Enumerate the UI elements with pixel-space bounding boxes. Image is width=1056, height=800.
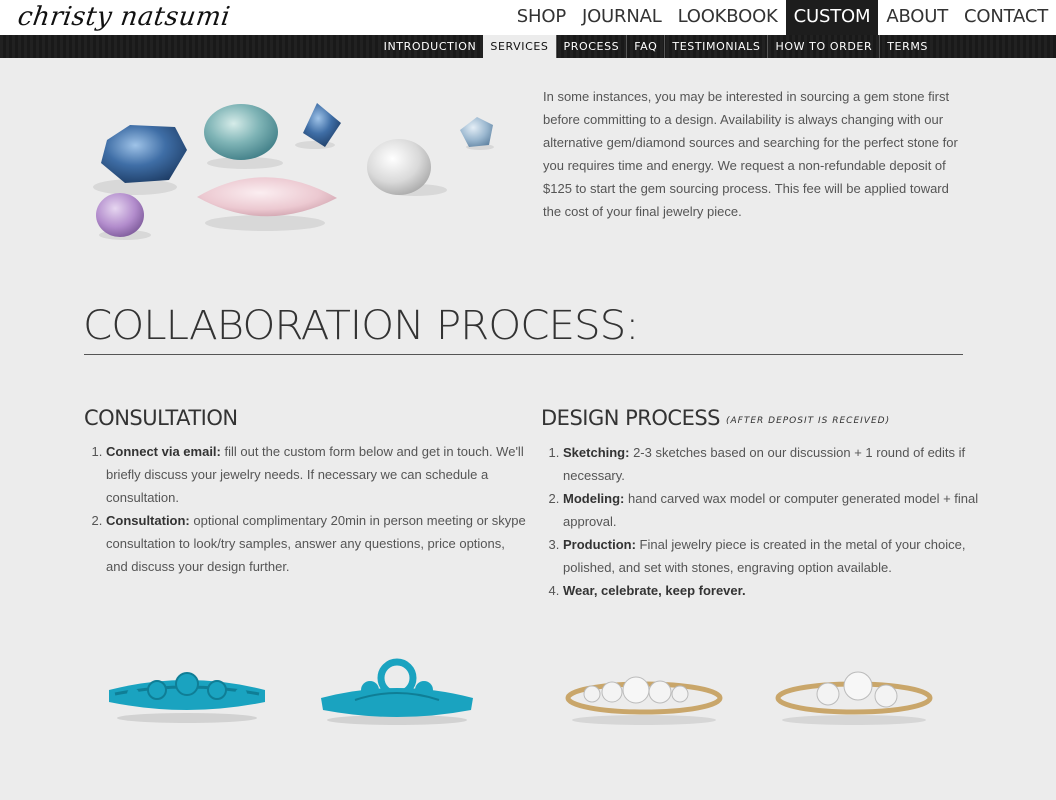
site-header: christy natsumi SHOP JOURNAL LOOKBOOK CU… — [0, 0, 1056, 35]
list-item: Sketching: 2-3 sketches based on our dis… — [563, 441, 988, 487]
consultation-list: Connect via email: fill out the custom f… — [84, 440, 526, 578]
item-label: Production: — [563, 537, 636, 552]
list-item: Consultation: optional complimentary 20m… — [106, 509, 526, 578]
consultation-heading: CONSULTATION — [84, 406, 238, 430]
blue-sapphire-gem — [101, 125, 187, 183]
nav-shop[interactable]: SHOP — [509, 0, 574, 35]
subnav-services[interactable]: SERVICES — [483, 35, 556, 58]
design-process-heading: DESIGN PROCESS (AFTER DEPOSIT IS RECEIVED… — [541, 406, 890, 430]
consultation-heading-text: CONSULTATION — [84, 406, 238, 430]
nav-about[interactable]: ABOUT — [878, 0, 956, 35]
item-label: Sketching: — [563, 445, 630, 460]
wax-ring-model-image-1 — [109, 672, 265, 723]
gold-ring-image-1 — [565, 676, 723, 725]
item-label: Wear, celebrate, keep forever. — [563, 583, 746, 598]
subnav-introduction[interactable]: INTRODUCTION — [377, 35, 484, 58]
subnav-process[interactable]: PROCESS — [555, 35, 627, 58]
item-label: Modeling: — [563, 491, 625, 506]
site-logo[interactable]: christy natsumi — [16, 2, 232, 32]
item-label: Connect via email: — [106, 444, 221, 459]
list-item: Connect via email: fill out the custom f… — [106, 440, 526, 509]
violet-spinel-gem — [96, 193, 144, 237]
main-nav: SHOP JOURNAL LOOKBOOK CUSTOM ABOUT CONTA… — [509, 0, 1056, 35]
subnav-terms[interactable]: TERMS — [879, 35, 935, 58]
section-divider — [84, 354, 963, 355]
item-text: hand carved wax model or computer genera… — [563, 491, 979, 529]
nav-contact[interactable]: CONTACT — [956, 0, 1056, 35]
gemstones-image — [93, 103, 494, 240]
sub-nav: INTRODUCTION SERVICES PROCESS FAQ TESTIM… — [377, 35, 935, 58]
list-item: Wear, celebrate, keep forever. — [563, 579, 988, 602]
nav-journal[interactable]: JOURNAL — [574, 0, 670, 35]
item-label: Consultation: — [106, 513, 190, 528]
pink-marquise-gem — [197, 177, 337, 217]
nav-lookbook[interactable]: LOOKBOOK — [670, 0, 786, 35]
list-item: Production: Final jewelry piece is creat… — [563, 533, 988, 579]
wax-ring-model-image-2 — [321, 658, 473, 725]
blue-trillion-gem — [303, 103, 341, 147]
subnav-how-to-order[interactable]: HOW TO ORDER — [767, 35, 879, 58]
design-process-list: Sketching: 2-3 sketches based on our dis… — [541, 441, 988, 602]
subnav-testimonials[interactable]: TESTIMONIALS — [664, 35, 767, 58]
gold-ring-image-2 — [775, 671, 933, 725]
teal-sapphire-gem — [204, 104, 278, 160]
deposit-note: (AFTER DEPOSIT IS RECEIVED) — [726, 416, 891, 426]
light-blue-gem — [460, 117, 493, 147]
gem-sourcing-paragraph: In some instances, you may be interested… — [543, 89, 958, 219]
nav-custom[interactable]: CUSTOM — [785, 0, 879, 35]
sub-nav-bar: INTRODUCTION SERVICES PROCESS FAQ TESTIM… — [0, 35, 1056, 58]
list-item: Modeling: hand carved wax model or compu… — [563, 487, 988, 533]
design-heading-text: DESIGN PROCESS — [541, 406, 721, 430]
collaboration-title: COLLABORATION PROCESS: — [83, 303, 639, 349]
white-diamond-gem — [367, 139, 431, 195]
subnav-faq[interactable]: FAQ — [626, 35, 664, 58]
